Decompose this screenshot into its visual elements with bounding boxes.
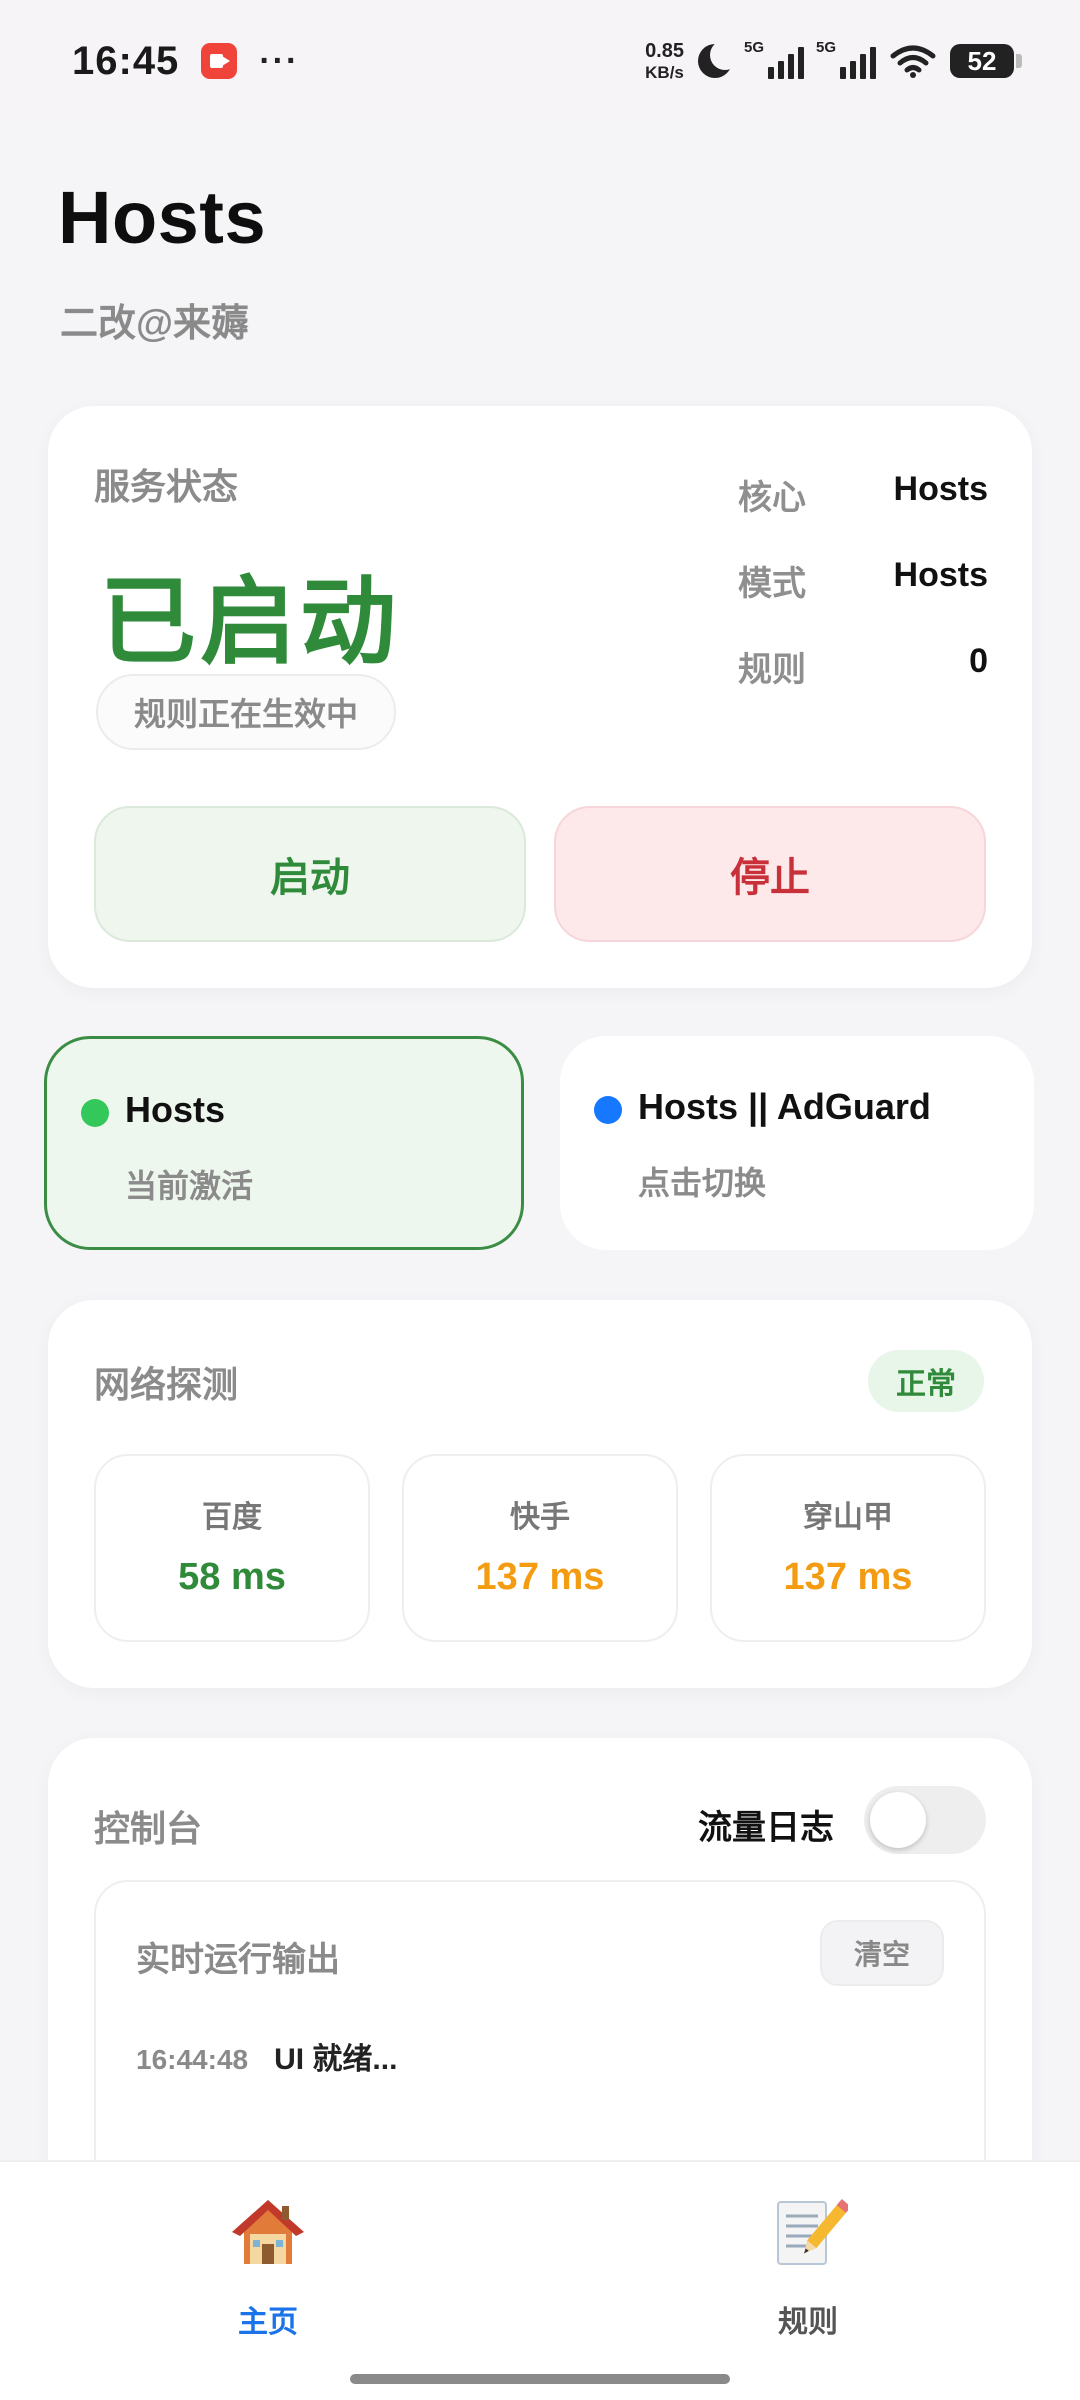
log-message: UI 就绪... [274, 2043, 398, 2076]
profile-tile-hosts[interactable]: Hosts 当前激活 [44, 1036, 524, 1250]
service-state: 已启动 [100, 569, 400, 676]
profile-status: 点击切换 [638, 1165, 767, 1201]
nav-home-label: 主页 [238, 2306, 298, 2339]
clear-button[interactable]: 清空 [819, 1920, 944, 1986]
nav-rules[interactable]: 规则 [708, 2192, 908, 2341]
status-chip: 规则正在生效中 [96, 674, 397, 750]
active-dot-icon [81, 1099, 109, 1127]
network-probe-card: 网络探测 正常 百度 58 ms 快手 137 ms 穿山甲 137 ms [48, 1300, 1032, 1688]
profile-name: Hosts [125, 1089, 226, 1130]
gesture-bar[interactable] [350, 2374, 730, 2384]
console-label: 控制台 [94, 1808, 203, 1849]
info-mode: 模式 Hosts [738, 556, 988, 603]
traffic-log-toggle[interactable] [864, 1786, 986, 1854]
status-badge: 正常 [868, 1350, 984, 1412]
log-output-title: 实时运行输出 [136, 1941, 340, 1979]
more-notifications-icon: ··· [259, 41, 300, 80]
toggle-knob [870, 1792, 926, 1848]
service-status-card: 服务状态 已启动 规则正在生效中 核心 Hosts 模式 Hosts 规则 0 … [48, 406, 1032, 988]
log-time: 16:44:48 [136, 2044, 249, 2075]
info-rules: 规则 0 [738, 642, 988, 689]
stop-button[interactable]: 停止 [554, 806, 986, 942]
profile-name: Hosts || AdGuard [638, 1086, 931, 1127]
screen-record-icon [201, 43, 238, 79]
probe-kuaishou: 快手 137 ms [402, 1454, 678, 1642]
service-status-label: 服务状态 [94, 466, 239, 507]
battery-icon: 52 [950, 44, 1022, 78]
house-icon [232, 2200, 304, 2264]
bottom-nav: 主页 规则 [0, 2160, 1080, 2400]
network-probe-label: 网络探测 [94, 1364, 239, 1405]
traffic-log-label: 流量日志 [698, 1809, 834, 1847]
nav-home[interactable]: 主页 [168, 2192, 368, 2341]
log-entry: 16:44:48 UI 就绪... [136, 2034, 397, 2078]
page-title: Hosts [58, 176, 267, 259]
cell-signal-icon: 5G [744, 39, 804, 79]
probe-baidu: 百度 58 ms [94, 1454, 370, 1642]
probe-pangle: 穿山甲 137 ms [710, 1454, 986, 1642]
memo-pencil-icon [777, 2199, 852, 2265]
do-not-disturb-icon [698, 40, 740, 78]
cell-signal-icon: 5G [816, 39, 876, 79]
clock: 16:45 [72, 38, 180, 83]
wifi-icon [890, 45, 936, 78]
profile-dot-icon [594, 1096, 622, 1124]
network-speed: 0.85 KB/s [645, 40, 684, 82]
profile-tile-hosts-adguard[interactable]: Hosts || AdGuard 点击切换 [560, 1036, 1034, 1250]
nav-rules-label: 规则 [778, 2306, 838, 2339]
status-bar: 16:45 ··· 0.85 KB/s 5G 5G 52 [0, 0, 1080, 122]
page-subtitle: 二改@来薅 [60, 303, 250, 345]
start-button[interactable]: 启动 [94, 806, 526, 942]
profile-status: 当前激活 [125, 1168, 254, 1204]
info-core: 核心 Hosts [738, 470, 988, 517]
